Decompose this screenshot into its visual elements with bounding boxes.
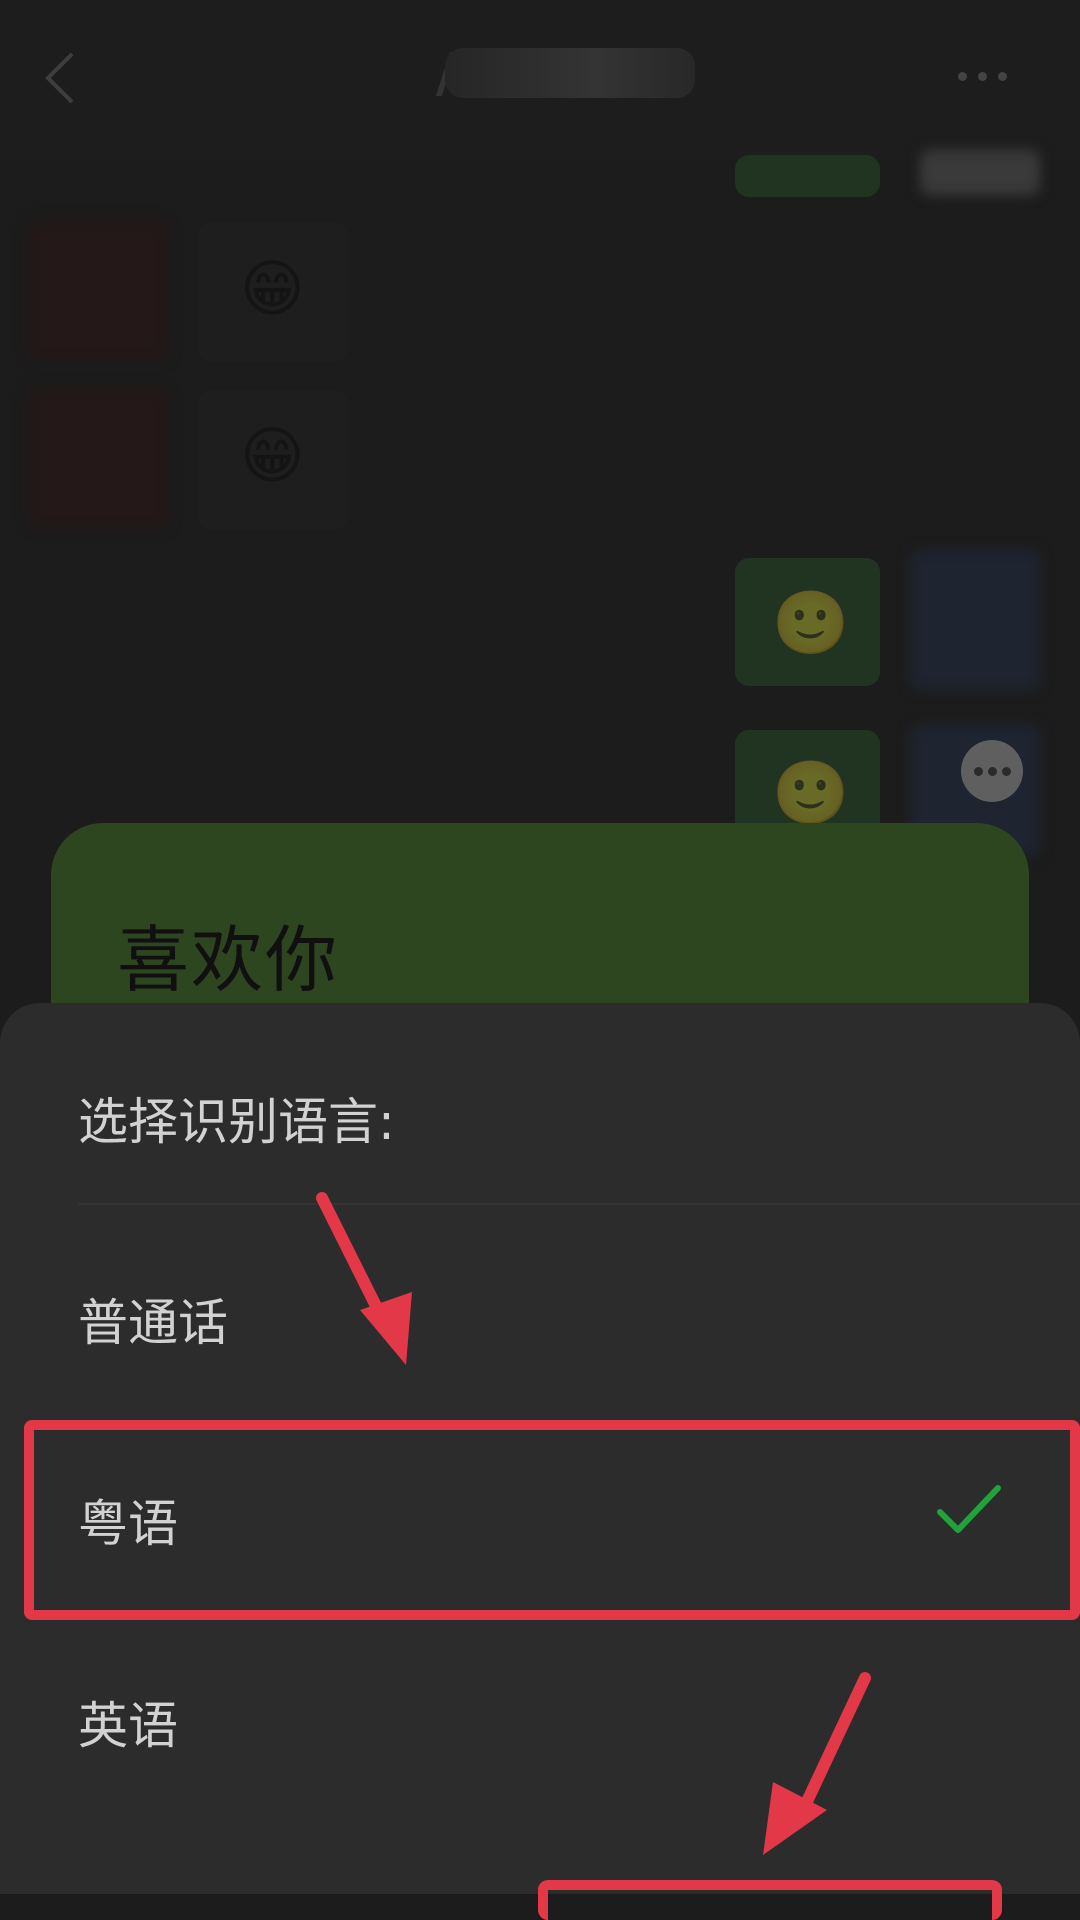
- arrow-annotation-icon: [763, 1672, 871, 1855]
- grinning-emoji-icon: 😁: [240, 252, 305, 325]
- avatar: [28, 388, 168, 528]
- more-horizontal-icon[interactable]: [958, 72, 1007, 81]
- page-title: [445, 48, 695, 98]
- top-bar: [0, 0, 1080, 160]
- avatar[interactable]: [910, 550, 1040, 690]
- option-label: 普通话: [78, 1294, 228, 1352]
- chat-area: 😁 😁 🙂 🙂: [0, 140, 1080, 858]
- language-option-english[interactable]: 英语: [0, 1636, 1080, 1796]
- arrow-annotation-icon: [316, 1192, 412, 1365]
- highlight-box: [24, 1420, 1080, 1620]
- avatar: [920, 150, 1040, 195]
- option-label: 英语: [78, 1697, 178, 1755]
- recognized-text: 喜欢你: [117, 918, 340, 1002]
- highlight-box: [538, 1880, 1002, 1920]
- chevron-left-icon[interactable]: [38, 48, 98, 108]
- avatar: [28, 220, 168, 360]
- smiling-emoji-icon: 🙂: [772, 586, 850, 659]
- sheet-title: 选择识别语言:: [78, 1093, 395, 1151]
- smiling-emoji-icon: 🙂: [772, 756, 850, 829]
- language-option-mandarin[interactable]: 普通话: [0, 1233, 1080, 1393]
- grinning-emoji-icon: 😁: [240, 419, 305, 492]
- divider: [78, 1203, 1080, 1205]
- more-options-button[interactable]: [961, 740, 1023, 802]
- message-bubble: [735, 155, 880, 197]
